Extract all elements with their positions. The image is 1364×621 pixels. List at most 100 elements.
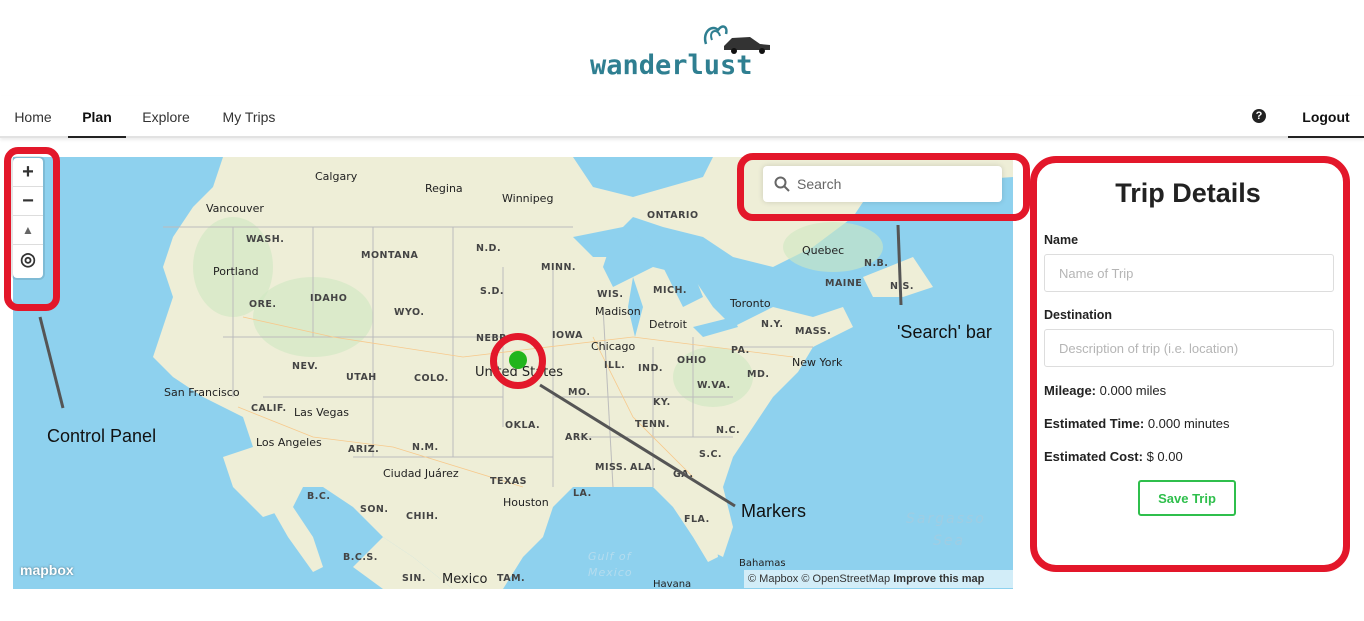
destination-label: Destination xyxy=(1044,308,1113,322)
city-label-houston: Houston xyxy=(503,496,549,509)
state-label: COLO. xyxy=(414,373,449,384)
city-label-los-angeles: Los Angeles xyxy=(256,436,322,449)
search-icon xyxy=(774,176,790,192)
nav-home[interactable]: Home xyxy=(0,96,66,138)
state-label: S.C. xyxy=(699,449,723,460)
city-label-calgary: Calgary xyxy=(315,170,358,183)
state-label: IND. xyxy=(638,363,663,374)
mileage-value: 0.000 miles xyxy=(1099,383,1167,398)
state-label: B.C.S. xyxy=(343,552,378,563)
state-label: UTAH xyxy=(346,372,377,383)
state-label: ORE. xyxy=(249,299,277,310)
state-label: MAINE xyxy=(825,278,863,289)
state-label: ARK. xyxy=(565,432,593,443)
attribution-text: © Mapbox © OpenStreetMap xyxy=(748,573,891,585)
mapbox-logo[interactable]: mapbox xyxy=(20,562,74,578)
city-label-las-vegas: Las Vegas xyxy=(294,406,349,419)
state-label: PA. xyxy=(731,345,750,356)
city-label-bahamas: Bahamas xyxy=(739,558,786,569)
cost-stat: Estimated Cost: $ 0.00 xyxy=(1044,449,1183,464)
state-label: IOWA xyxy=(552,330,584,341)
city-label-new-york: New York xyxy=(792,356,843,369)
state-label: CHIH. xyxy=(406,511,439,522)
state-label: MASS. xyxy=(795,326,832,337)
state-label: N.Y. xyxy=(761,319,784,330)
map-control-panel: + − ▲ ◎ xyxy=(13,158,43,278)
state-label: MO. xyxy=(568,387,591,398)
page: wanderlust Home Plan Explore My Trips ? … xyxy=(0,0,1364,621)
time-value: 0.000 minutes xyxy=(1147,416,1230,431)
trip-name-input[interactable] xyxy=(1044,254,1334,292)
state-label: N.S. xyxy=(890,281,915,292)
gulf-label-line2: Mexico xyxy=(588,566,633,579)
time-label: Estimated Time: xyxy=(1044,416,1145,431)
state-label: N.C. xyxy=(716,425,741,436)
sea-label-line2: Sea xyxy=(933,533,966,549)
annotation-markers-label: Markers xyxy=(741,501,807,521)
state-label: TAM. xyxy=(497,573,526,584)
state-label: MINN. xyxy=(541,262,576,273)
gulf-label-line1: Gulf of xyxy=(588,550,632,563)
nav-plan[interactable]: Plan xyxy=(68,96,126,138)
improve-map-link[interactable]: Improve this map xyxy=(893,573,984,585)
state-label: SIN. xyxy=(402,573,426,584)
state-label: FLA. xyxy=(684,514,710,525)
city-label-chicago: Chicago xyxy=(591,340,636,353)
cost-label: Estimated Cost: xyxy=(1044,449,1143,464)
state-label: LA. xyxy=(573,488,592,499)
geolocate-button[interactable]: ◎ xyxy=(13,245,43,274)
city-label-portland: Portland xyxy=(213,265,259,278)
trip-details-panel: Trip Details Name Destination Mileage: 0… xyxy=(1038,163,1338,567)
state-label: N.M. xyxy=(412,442,439,453)
state-label: OHIO xyxy=(677,355,707,366)
trip-destination-input[interactable] xyxy=(1044,329,1334,367)
annotation-search-label: 'Search' bar xyxy=(897,322,992,342)
zoom-in-button[interactable]: + xyxy=(13,158,43,187)
state-label: N.D. xyxy=(476,243,502,254)
state-label: SON. xyxy=(360,504,389,515)
wanderlust-logo[interactable]: wanderlust xyxy=(588,22,778,84)
state-label: NEV. xyxy=(292,361,319,372)
map-search-box xyxy=(763,166,1002,202)
state-label: MICH. xyxy=(653,285,688,296)
mileage-label: Mileage: xyxy=(1044,383,1097,398)
city-label-madison: Madison xyxy=(595,305,641,318)
map-search-input[interactable] xyxy=(797,166,997,202)
annotation-control-panel-label: Control Panel xyxy=(47,426,157,446)
mileage-stat: Mileage: 0.000 miles xyxy=(1044,383,1166,398)
state-label: S.D. xyxy=(480,286,504,297)
state-label: ONTARIO xyxy=(647,210,699,221)
state-label: KY. xyxy=(653,397,671,408)
save-trip-button[interactable]: Save Trip xyxy=(1138,480,1236,516)
state-label: MD. xyxy=(747,369,770,380)
state-label: IDAHO xyxy=(310,293,348,304)
time-stat: Estimated Time: 0.000 minutes xyxy=(1044,416,1229,431)
city-label-toronto: Toronto xyxy=(730,297,771,310)
logout-button[interactable]: Logout xyxy=(1288,96,1364,138)
city-label-winnipeg: Winnipeg xyxy=(502,192,554,205)
sea-label-line1: Sargasso xyxy=(906,511,986,527)
state-label: OKLA. xyxy=(505,420,541,431)
state-label: WIS. xyxy=(597,289,624,300)
map-marker[interactable] xyxy=(509,351,527,369)
state-label: TENN. xyxy=(635,419,670,430)
city-label-vancouver: Vancouver xyxy=(206,202,264,215)
zoom-out-button[interactable]: − xyxy=(13,187,43,216)
compass-button[interactable]: ▲ xyxy=(13,216,43,245)
city-label-ciudad-juarez: Ciudad Juárez xyxy=(383,467,459,480)
navbar: Home Plan Explore My Trips ? Logout xyxy=(0,96,1364,138)
help-icon[interactable]: ? xyxy=(1252,109,1266,123)
map[interactable]: Calgary Regina Winnipeg Vancouver Portla… xyxy=(13,157,1013,589)
city-label-san-francisco: San Francisco xyxy=(164,386,240,399)
state-label: ALA. xyxy=(630,462,657,473)
nav-my-trips[interactable]: My Trips xyxy=(210,96,288,138)
state-label: MISS. xyxy=(595,462,628,473)
state-label: ILL. xyxy=(604,360,626,371)
state-label: CALIF. xyxy=(251,403,287,414)
city-label-quebec: Quebec xyxy=(802,244,845,257)
country-label-mexico: Mexico xyxy=(442,572,488,587)
nav-explore[interactable]: Explore xyxy=(130,96,202,138)
logo-text: wanderlust xyxy=(590,50,753,81)
state-label: WYO. xyxy=(394,307,425,318)
state-label: MONTANA xyxy=(361,250,419,261)
